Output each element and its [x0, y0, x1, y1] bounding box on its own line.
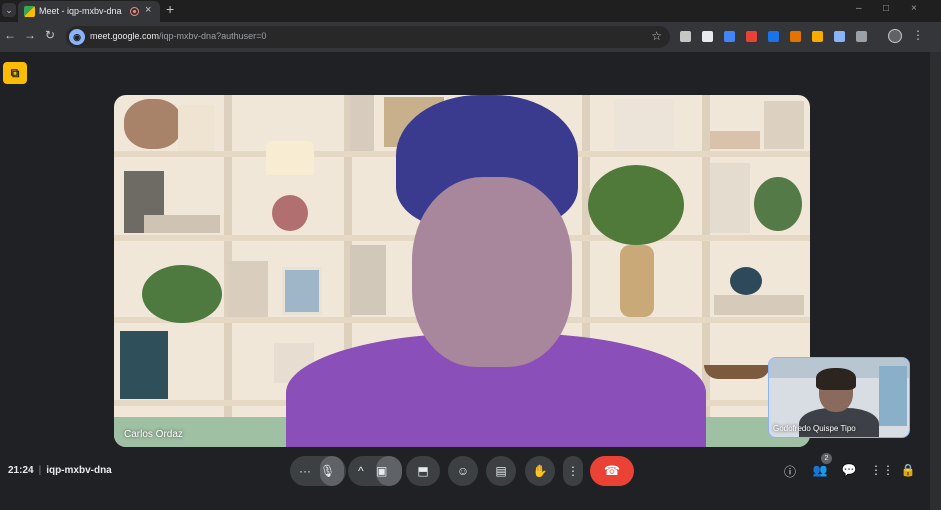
camera-button[interactable]: ▣: [376, 456, 402, 486]
tab-search-button[interactable]: ⌄: [2, 3, 16, 17]
vase: [620, 245, 654, 317]
books: [120, 331, 168, 399]
reload-icon[interactable]: ↻: [45, 28, 55, 42]
main-video-tile: Carlos Ordaz: [114, 95, 810, 447]
mega-extension-icon[interactable]: [746, 31, 757, 42]
meeting-code: iqp-mxbv-dna: [46, 465, 112, 476]
video-options-button[interactable]: ^: [358, 456, 364, 486]
emoji-icon: ☺: [456, 464, 470, 478]
site-info-icon[interactable]: ◉: [69, 29, 85, 45]
sculpture: [614, 99, 674, 149]
chat-icon[interactable]: 💬: [841, 463, 857, 477]
lamp-base: [272, 195, 308, 231]
decor-bowl: [124, 99, 182, 149]
self-hair: [816, 368, 856, 390]
browser-chrome: ⌄ Meet - iqp-mxbv-dna × + – □ × ← → ↻ ◉ …: [0, 0, 941, 52]
more-options-button[interactable]: ⋮: [563, 456, 583, 486]
meeting-time: 21:24: [8, 465, 34, 476]
plant: [142, 265, 222, 323]
shield-extension-icon[interactable]: [768, 31, 779, 42]
host-controls-lock-icon[interactable]: 🔒: [900, 463, 916, 477]
tab-meet[interactable]: Meet - iqp-mxbv-dna ×: [18, 1, 160, 22]
bookmark-star-icon[interactable]: ☆: [651, 29, 662, 43]
self-participant-name: Godofredo Quispe Tipo: [773, 424, 856, 433]
books: [764, 101, 804, 149]
lamp-shade: [266, 141, 314, 175]
people-icon[interactable]: 👥: [812, 463, 828, 477]
mic-icon: 🎙: [320, 464, 336, 478]
forward-icon[interactable]: →: [24, 28, 36, 42]
reactions-button[interactable]: ☺: [448, 456, 478, 486]
tab-close-button[interactable]: ×: [145, 4, 151, 16]
folder-extension-icon[interactable]: [812, 31, 823, 42]
present-screen-icon: ⬒: [417, 464, 429, 478]
self-view-tile[interactable]: Godofredo Quispe Tipo: [768, 357, 910, 438]
activities-button[interactable]: ⧉: [3, 62, 27, 84]
hand-icon: ✋: [532, 464, 548, 478]
meet-stage: ⧉ Carlos Ordaz Godofredo Quispe Tipo 21:…: [0, 52, 930, 510]
background-window: [879, 366, 907, 426]
books: [710, 163, 750, 233]
close-window-button[interactable]: ×: [911, 3, 917, 14]
self-body: [799, 408, 879, 437]
camera-icon: ▣: [376, 464, 388, 478]
audio-control-group: ··· 🎙: [290, 456, 346, 486]
maximize-button[interactable]: □: [883, 3, 889, 14]
wifi-extension-icon[interactable]: [790, 31, 801, 42]
box: [710, 131, 760, 149]
activities-grid-icon[interactable]: ⋮⋮: [870, 463, 894, 477]
leave-call-button[interactable]: ☎: [590, 456, 634, 486]
more-vert-icon: ⋮: [567, 464, 579, 478]
raise-hand-button[interactable]: ✋: [525, 456, 555, 486]
microphone-button[interactable]: 🎙: [320, 456, 344, 486]
audio-options-button[interactable]: ···: [299, 456, 311, 486]
vase: [730, 267, 762, 295]
url-text[interactable]: meet.google.com/iqp-mxbv-dna?authuser=0: [90, 31, 266, 41]
meeting-info: 21:24 | iqp-mxbv-dna: [8, 465, 112, 476]
separator: |: [38, 465, 42, 476]
books: [228, 261, 268, 317]
puzzle-extensions-icon[interactable]: [856, 31, 867, 42]
minimize-button[interactable]: –: [856, 3, 862, 14]
books: [350, 95, 374, 151]
new-tab-button[interactable]: +: [166, 1, 174, 17]
address-bar[interactable]: ◉ meet.google.com/iqp-mxbv-dna?authuser=…: [66, 26, 670, 48]
tab-strip: ⌄ Meet - iqp-mxbv-dna × + – □ ×: [0, 0, 941, 22]
captions-icon: ▤: [495, 464, 507, 478]
extension-icon[interactable]: [724, 31, 735, 42]
browser-toolbar: ← → ↻ ◉ meet.google.com/iqp-mxbv-dna?aut…: [0, 22, 941, 52]
participant-face: [412, 177, 572, 367]
captions-button[interactable]: ▤: [486, 456, 516, 486]
back-icon[interactable]: ←: [4, 28, 16, 42]
books: [144, 215, 220, 233]
meeting-details-icon[interactable]: ⓘ: [782, 463, 798, 480]
present-button[interactable]: ⬒: [406, 456, 440, 486]
meet-icon: [24, 6, 35, 17]
books: [714, 295, 804, 315]
main-participant-name: Carlos Ordaz: [124, 429, 183, 440]
recording-icon: [130, 7, 139, 16]
picture-frame: [282, 267, 322, 315]
video-control-group: ^ ▣: [348, 456, 402, 486]
translate-extension-icon[interactable]: [834, 31, 845, 42]
books: [178, 105, 214, 151]
plant: [588, 165, 684, 245]
meeting-controls-bar: 21:24 | iqp-mxbv-dna ··· 🎙 ^ ▣ ⬒ ☺ ▤ ✋ ⋮ ☎…: [0, 452, 930, 510]
camera-extension-icon[interactable]: [680, 31, 691, 42]
scrollbar[interactable]: [930, 52, 941, 510]
pen-extension-icon[interactable]: [702, 31, 713, 42]
plant: [754, 177, 802, 231]
tab-title: Meet - iqp-mxbv-dna: [39, 6, 122, 16]
wooden-bowl: [704, 365, 770, 379]
browser-menu-icon[interactable]: ⋮: [912, 28, 924, 42]
books: [350, 245, 386, 315]
profile-avatar[interactable]: [888, 29, 902, 43]
end-call-icon: ☎: [603, 463, 621, 478]
